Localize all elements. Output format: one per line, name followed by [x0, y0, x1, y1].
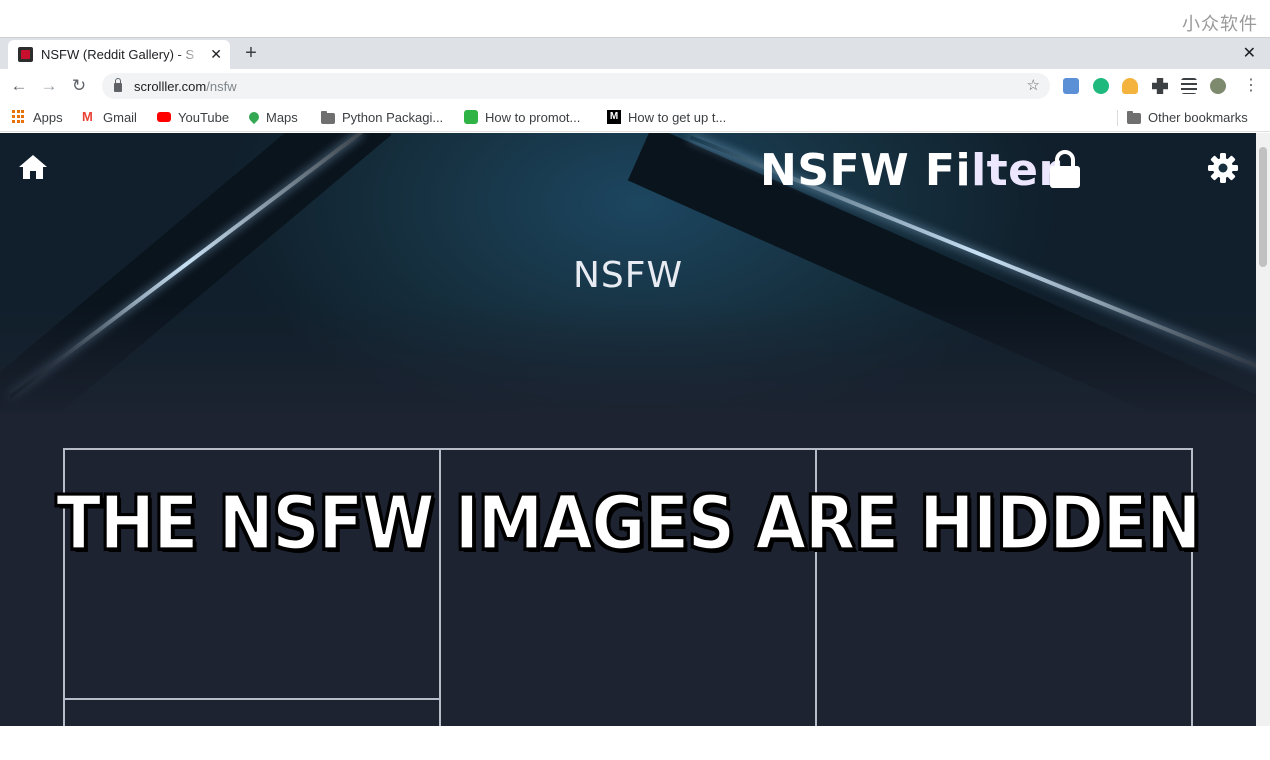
youtube-icon — [157, 112, 171, 122]
nsfw-filter-title: NSFW Fi lter — [760, 145, 1061, 196]
browser-toolbar: ← → ↻ scrolller.com/nsfw ☆ ⋮ — [0, 69, 1270, 103]
page-title: NSFW — [572, 255, 684, 296]
extension-honey-icon[interactable] — [1122, 78, 1138, 94]
bookmark-how-to-promote[interactable]: How to promot... — [464, 108, 580, 126]
maps-icon — [246, 109, 262, 125]
scrolller-favicon-icon — [18, 47, 33, 62]
secure-lock-icon — [114, 78, 122, 92]
new-tab-button[interactable]: + — [240, 42, 262, 64]
back-button[interactable]: ← — [8, 75, 30, 97]
bookmark-youtube[interactable]: YouTube — [157, 108, 229, 126]
hidden-images-banner: THE NSFW IMAGES ARE HIDDEN — [55, 479, 1202, 567]
bookmark-maps[interactable]: Maps — [246, 108, 298, 126]
browser-window: NSFW (Reddit Gallery) - S ✕ + ✕ ← → ↻ sc… — [0, 37, 1270, 726]
bookmark-apps[interactable]: Apps — [12, 108, 63, 126]
screenshot-frame: 小众软件 NSFW (Reddit Gallery) - S ✕ + ✕ ← →… — [0, 0, 1270, 760]
reload-button[interactable]: ↻ — [68, 75, 90, 97]
bookmark-other[interactable]: Other bookmarks — [1127, 108, 1248, 126]
watermark: 小众软件 — [1182, 14, 1258, 35]
extensions-puzzle-icon[interactable] — [1152, 78, 1168, 94]
bookmark-label: Other bookmarks — [1148, 109, 1248, 125]
url-host: scrolller.com — [134, 78, 207, 94]
reading-list-icon[interactable] — [1181, 78, 1197, 94]
url-path: /nsfw — [206, 78, 237, 94]
bookmark-label: Apps — [33, 109, 63, 125]
bookmark-label: Gmail — [103, 109, 137, 125]
bookmark-label: Python Packagi... — [342, 109, 444, 125]
medium-icon: M — [607, 110, 621, 124]
window-close-button[interactable]: ✕ — [1243, 43, 1256, 63]
bookmark-gmail[interactable]: M Gmail — [82, 108, 137, 126]
settings-gear-icon[interactable] — [1207, 152, 1239, 184]
lock-icon — [1050, 150, 1080, 188]
home-icon[interactable] — [18, 153, 48, 181]
tab-active[interactable]: NSFW (Reddit Gallery) - S ✕ — [8, 40, 230, 69]
profile-avatar[interactable] — [1210, 78, 1226, 94]
page-icon — [464, 110, 478, 124]
folder-icon — [321, 110, 335, 124]
extension-grammarly-icon[interactable] — [1093, 78, 1109, 94]
address-bar[interactable]: scrolller.com/nsfw ☆ — [102, 73, 1050, 99]
bookmarks-bar: Apps M Gmail YouTube Maps Python Packagi… — [0, 103, 1270, 132]
hero-fade — [0, 303, 1256, 413]
tab-strip: NSFW (Reddit Gallery) - S ✕ + ✕ — [0, 38, 1270, 69]
folder-icon — [1127, 110, 1141, 124]
gmail-icon: M — [82, 109, 93, 124]
scrollbar-thumb[interactable] — [1259, 147, 1267, 267]
nsfw-filter-title-a: NSFW Fi — [760, 145, 972, 196]
bookmark-python-packaging[interactable]: Python Packagi... — [321, 108, 443, 126]
bookmark-label: YouTube — [178, 109, 230, 125]
page-scrollbar[interactable] — [1256, 133, 1270, 726]
forward-button[interactable]: → — [38, 75, 60, 97]
bookmark-label: How to get up t... — [628, 109, 727, 125]
extension-printer-icon[interactable] — [1063, 78, 1079, 94]
url-text: scrolller.com/nsfw — [134, 79, 237, 94]
bookmark-star-icon[interactable]: ☆ — [1027, 76, 1040, 94]
gallery-tile[interactable] — [63, 698, 441, 726]
apps-grid-icon — [12, 110, 26, 124]
browser-menu-button[interactable]: ⋮ — [1240, 75, 1262, 97]
bookmarks-separator — [1117, 110, 1118, 126]
tab-close-icon[interactable]: ✕ — [210, 46, 222, 63]
bookmark-label: How to promot... — [485, 109, 581, 125]
tab-title: NSFW (Reddit Gallery) - S — [41, 47, 195, 62]
bookmark-label: Maps — [266, 109, 298, 125]
bookmark-how-to-get-up[interactable]: M How to get up t... — [607, 108, 726, 126]
page-content: NSFW Fi lter NSFW THE NSFW IMAGES ARE HI… — [0, 133, 1256, 726]
